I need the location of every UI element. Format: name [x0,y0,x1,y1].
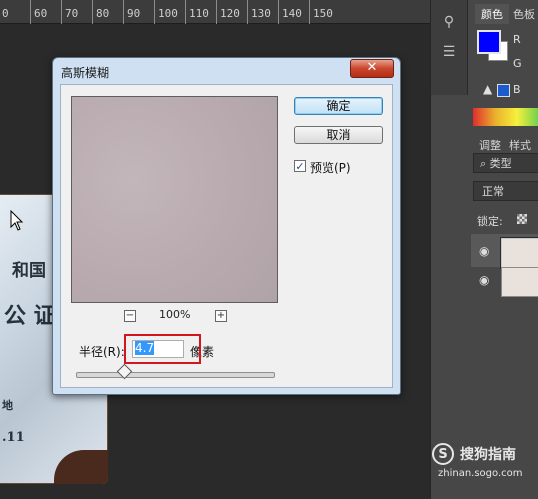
ruler-label: 150 [313,7,333,20]
cancel-button[interactable]: 取消 [294,126,383,144]
ruler-tick [247,0,248,24]
ok-button[interactable]: 确定 [294,97,383,115]
radius-slider-track[interactable] [76,372,275,378]
ruler-tick [278,0,279,24]
ruler-tick [185,0,186,24]
watermark-url: zhinan.sogo.com [438,468,523,479]
sogou-logo: S [432,443,454,465]
search-icon: ⌕ [480,157,490,170]
channel-g-label: G [513,57,522,70]
tab-adjustments[interactable]: 调整 [479,137,501,153]
ruler-label: 110 [189,7,209,20]
brush-preset-icon[interactable]: ⚲ [441,14,457,30]
tab-color[interactable]: 颜色 [475,4,509,24]
right-panels: ⚲ ☰ 颜色 色板 R G B ▲ 调整 样式 ⌕ 类型 正常 锁定: ◉ ◉ [430,0,538,499]
close-button[interactable]: ✕ [350,59,394,78]
card-text: 和国 [12,261,46,281]
ruler-tick [216,0,217,24]
ruler-label: 90 [127,7,141,20]
layer-thumbnail[interactable] [501,267,538,297]
channel-b-label: B [513,83,521,96]
web-safe-color-icon[interactable] [497,84,510,97]
ruler-label: 80 [96,7,110,20]
lock-label: 锁定: [477,215,503,228]
ruler-label: 130 [251,7,271,20]
ruler-tick [309,0,310,24]
layer-kind-filter[interactable]: ⌕ 类型 [473,153,538,173]
card-text: 公 证 [4,303,56,329]
watermark-title: 搜狗指南 [460,447,516,463]
blend-mode-select[interactable]: 正常 [473,181,538,201]
ruler-label: 70 [65,7,79,20]
dialog-titlebar[interactable]: 高斯模糊 ✕ [53,58,400,84]
card-text: 地 [2,399,13,412]
dialog-title: 高斯模糊 [61,66,110,80]
ruler-tick [92,0,93,24]
ruler-label: 60 [34,7,48,20]
annotation-highlight-box [124,334,201,364]
preview-checkbox-label[interactable]: 预览(P) [310,159,351,176]
sliders-icon[interactable]: ☰ [441,44,457,60]
tab-styles[interactable]: 样式 [509,137,531,153]
ruler-label: 100 [158,7,178,20]
card-shadow-corner [54,450,108,484]
mouse-cursor-icon [10,210,24,231]
ruler-label: 140 [282,7,302,20]
ruler-tick [154,0,155,24]
panel-tool-strip: ⚲ ☰ [431,0,468,95]
ruler-label: 120 [220,7,240,20]
preview-checkbox[interactable]: ✓ [294,160,306,172]
channel-r-label: R [513,33,521,46]
gaussian-blur-dialog: 高斯模糊 ✕ − 100% + 确定 取消 ✓ 预览(P) 半径(R): 4.7… [52,57,401,395]
blur-preview[interactable] [71,96,278,303]
radius-label: 半径(R): [79,345,125,359]
ruler-tick [123,0,124,24]
layer-kind-filter-label: 类型 [489,157,512,170]
zoom-in-button[interactable]: + [215,310,227,322]
tab-swatches[interactable]: 色板 [513,6,535,22]
eye-visibility-icon[interactable]: ◉ [479,273,489,287]
card-text: .11 [2,430,25,445]
eye-visibility-icon[interactable]: ◉ [479,244,489,258]
ruler-label: 0 [2,7,9,20]
foreground-color-swatch[interactable] [477,30,501,54]
layer-thumbnail[interactable] [501,238,538,268]
lock-transparency-icon[interactable] [517,214,527,224]
color-ramp[interactable] [473,108,538,126]
ruler-tick [30,0,31,24]
zoom-out-button[interactable]: − [124,310,136,322]
ruler-tick [61,0,62,24]
warning-icon[interactable]: ▲ [483,82,492,96]
dialog-body: − 100% + 确定 取消 ✓ 预览(P) 半径(R): 4.7 像素 [60,84,393,388]
zoom-level: 100% [159,308,191,321]
horizontal-ruler[interactable]: 0 60 70 80 90 100 110 120 130 140 150 [0,0,430,24]
